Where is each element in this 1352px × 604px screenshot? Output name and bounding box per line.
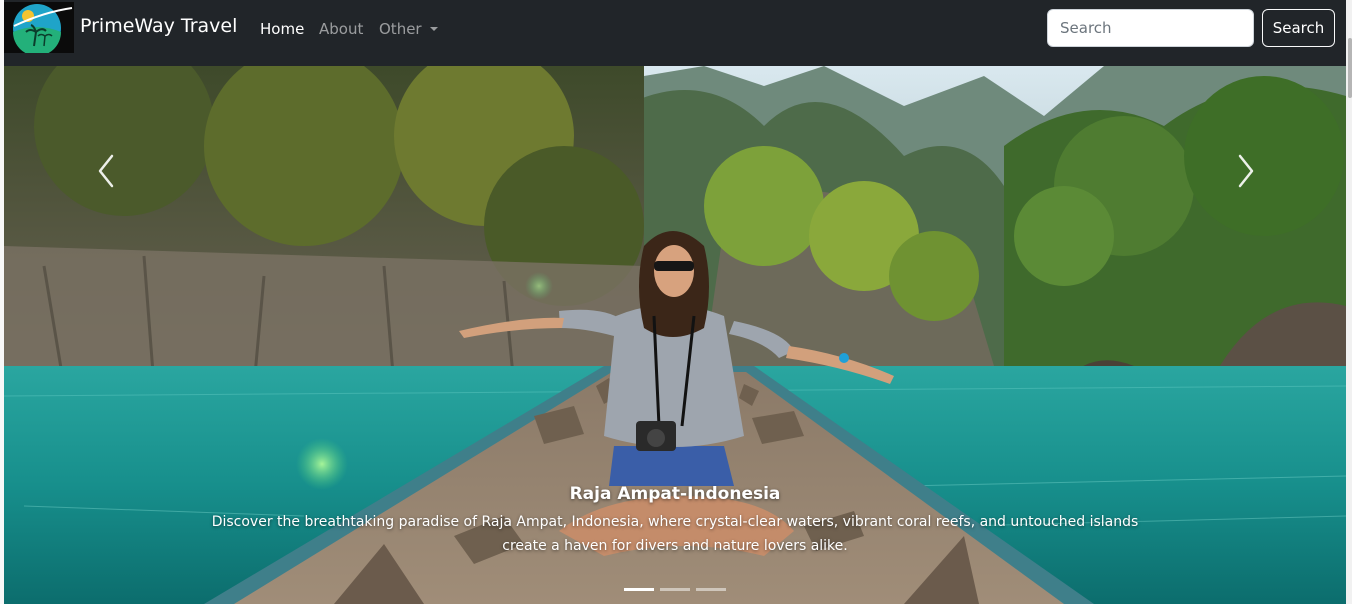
chevron-right-icon [1238,154,1254,188]
chevron-left-icon [98,154,114,188]
carousel-caption: Raja Ampat-Indonesia Discover the breath… [204,480,1146,558]
carousel-next-button[interactable] [1214,136,1274,206]
nav-other-dropdown[interactable]: Other [379,19,438,39]
carousel-prev-button[interactable] [74,136,134,206]
search-input[interactable] [1047,9,1254,47]
caret-down-icon [429,27,438,31]
navbar: PrimeWay Travel Home About Other Search [4,0,1346,66]
caption-text: Discover the breathtaking paradise of Ra… [211,514,1139,554]
search-button[interactable]: Search [1262,9,1335,47]
carousel-indicators [624,588,734,592]
nav-other-label: Other [379,20,422,38]
nav-home[interactable]: Home [260,19,304,39]
carousel-indicator-2[interactable] [660,588,690,591]
page-scrollbar-thumb[interactable] [1348,38,1352,98]
logo-icon[interactable] [4,2,74,53]
nav-about[interactable]: About [319,19,363,39]
carousel-indicator-3[interactable] [696,588,726,591]
caption-title: Raja Ampat-Indonesia [569,484,781,504]
carousel-indicator-1[interactable] [624,588,654,591]
brand-name[interactable]: PrimeWay Travel [80,13,237,39]
hero-carousel: Raja Ampat-Indonesia Discover the breath… [4,66,1346,604]
